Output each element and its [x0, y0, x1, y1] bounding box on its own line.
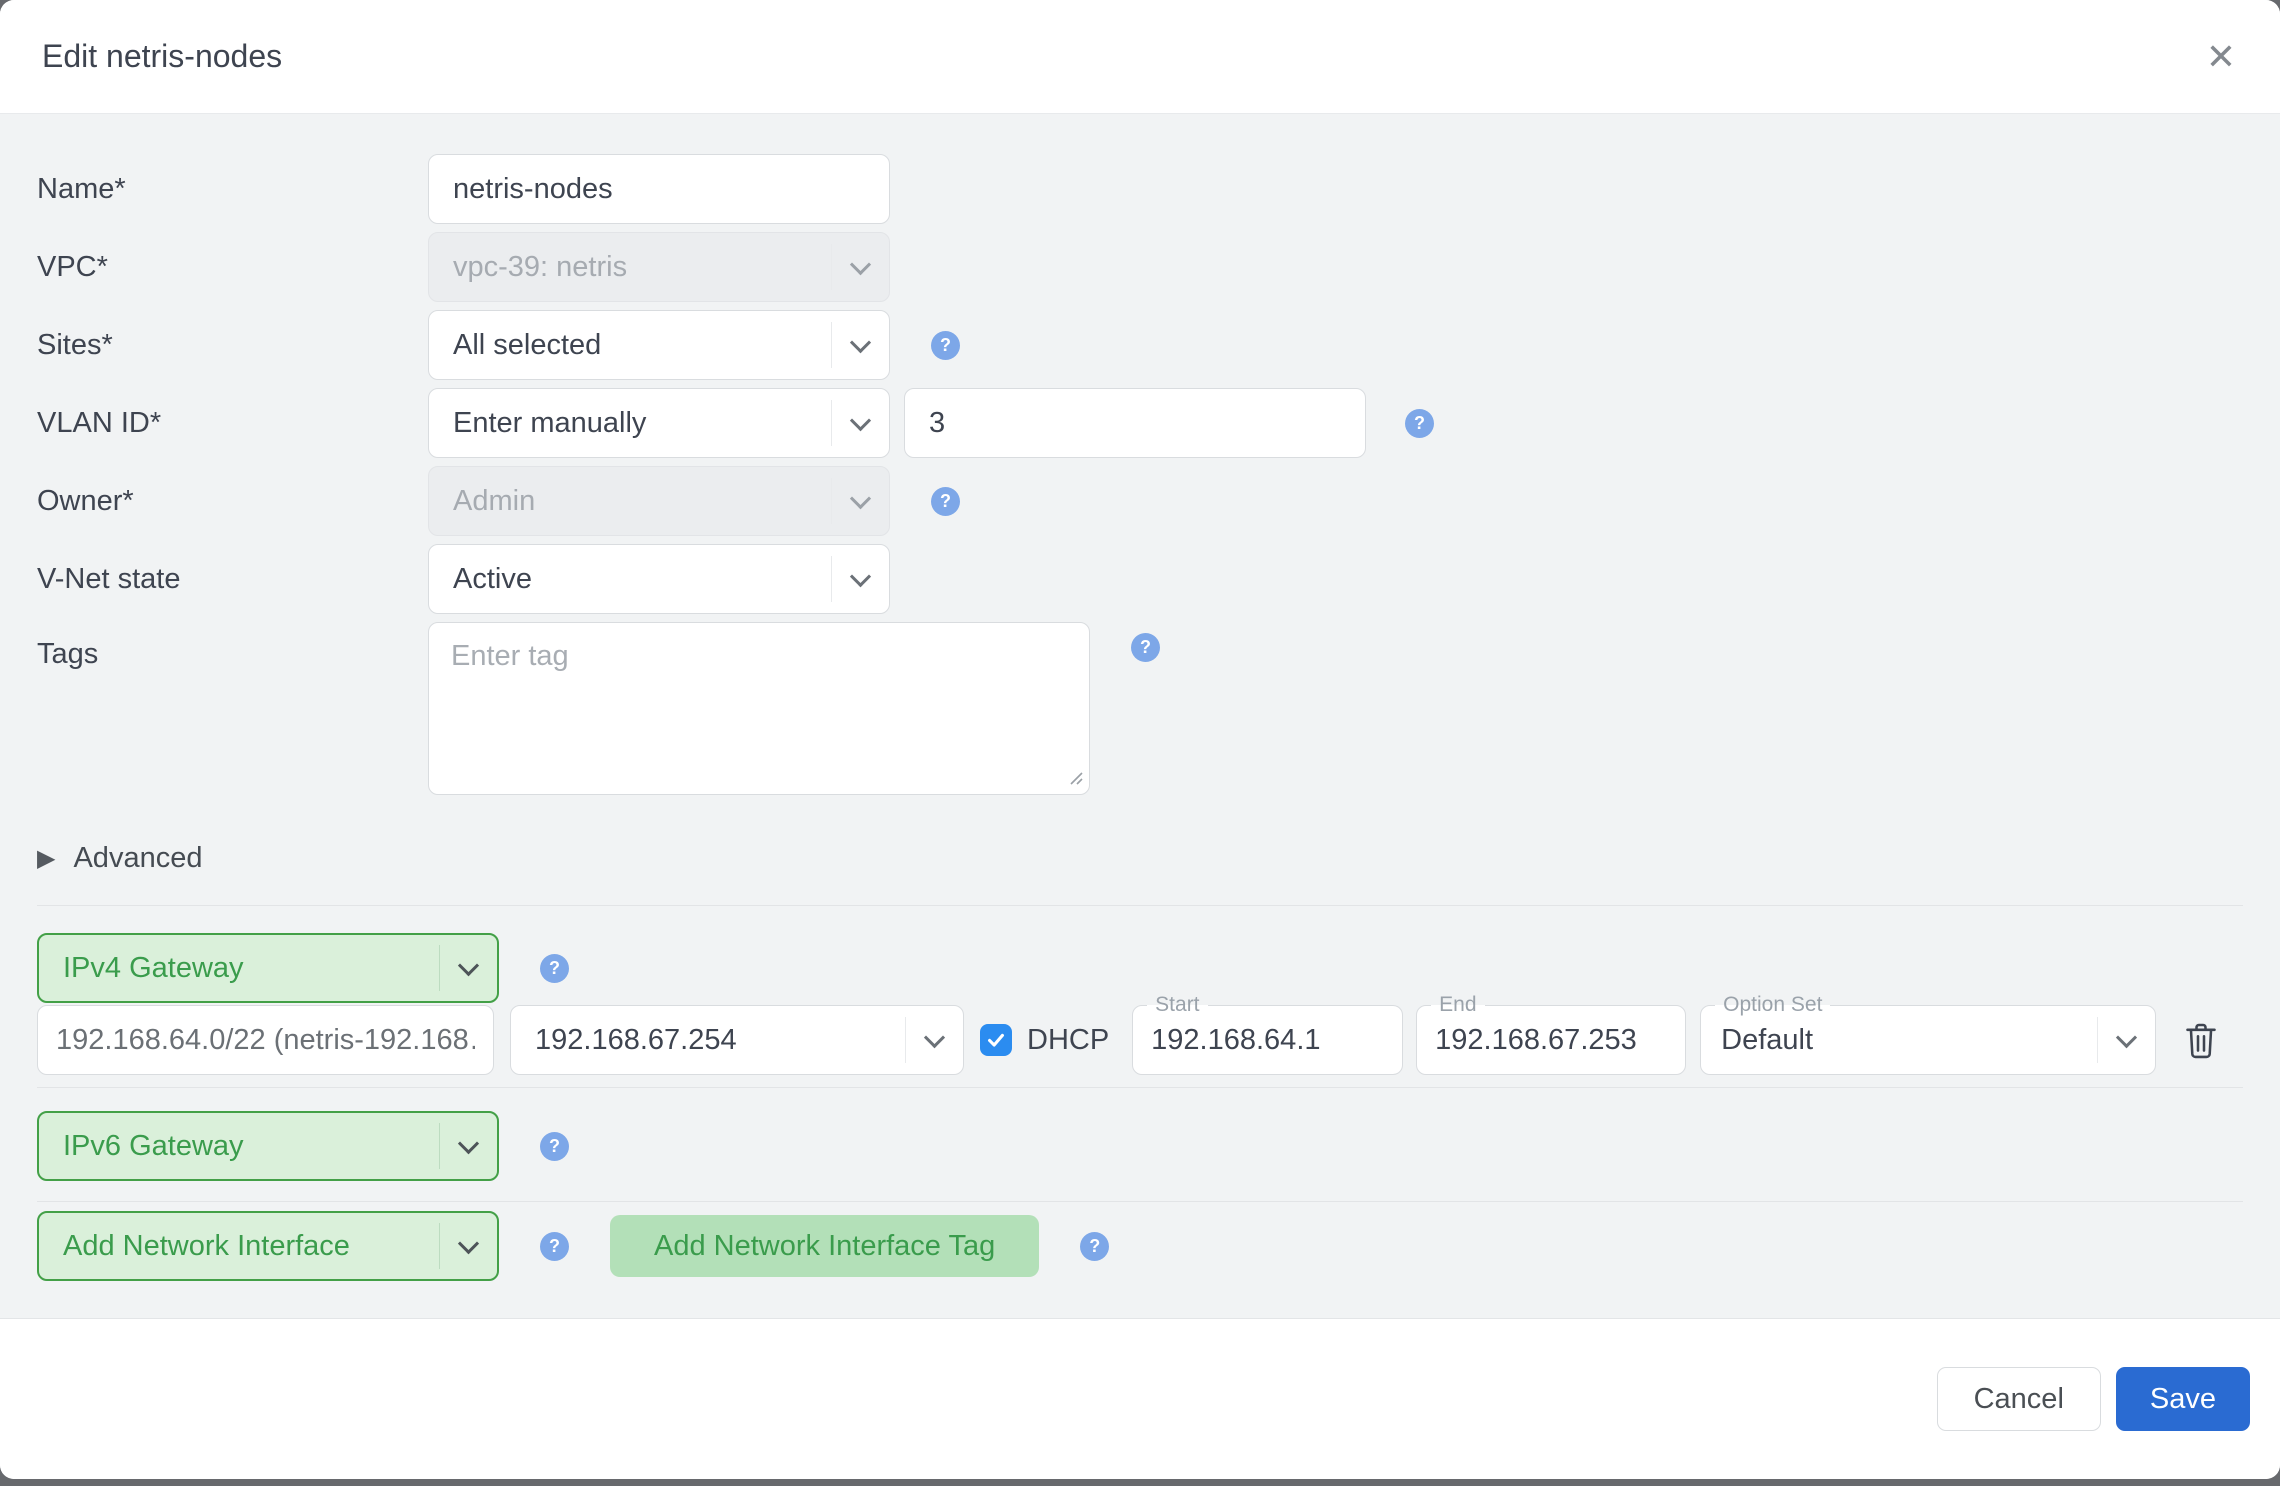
name-input[interactable] — [428, 154, 890, 224]
ipv6-gateway-select-value: IPv6 Gateway — [39, 1130, 439, 1163]
gateway-ip-select[interactable]: 192.168.67.254 — [510, 1005, 964, 1075]
caret-right-icon: ▶ — [37, 847, 55, 871]
dhcp-checkbox[interactable] — [980, 1024, 1012, 1056]
tags-row: Tags ? — [37, 622, 2243, 800]
close-icon[interactable]: ✕ — [2206, 39, 2236, 75]
add-interface-select-value: Add Network Interface — [39, 1230, 439, 1263]
add-interface-row: Add Network Interface ? Add Network Inte… — [37, 1211, 2243, 1281]
dialog-header: Edit netris-nodes ✕ — [0, 0, 2280, 113]
check-icon — [985, 1029, 1007, 1051]
ipv6-gateway-select[interactable]: IPv6 Gateway — [37, 1111, 499, 1181]
chevron-down-icon — [831, 322, 889, 368]
dhcp-start-field: Start — [1132, 1005, 1403, 1075]
chevron-down-icon — [831, 556, 889, 602]
divider — [37, 1087, 2243, 1088]
owner-select-value: Admin — [429, 485, 831, 518]
advanced-label: Advanced — [73, 842, 202, 875]
trash-icon — [2183, 1020, 2219, 1060]
sites-select[interactable]: All selected — [428, 310, 890, 380]
advanced-toggle[interactable]: ▶ Advanced — [37, 842, 2243, 875]
add-interface-select[interactable]: Add Network Interface — [37, 1211, 499, 1281]
chevron-down-icon — [2097, 1017, 2155, 1063]
dialog-body: Name* VPC* vpc-39: netris Sites* All sel… — [0, 113, 2280, 1319]
ipv4-gateway-help-icon[interactable]: ? — [540, 954, 569, 983]
chevron-down-icon — [439, 1123, 497, 1169]
chevron-down-icon — [439, 1223, 497, 1269]
vnet-state-value: Active — [429, 563, 831, 596]
subnet-input[interactable] — [37, 1005, 494, 1075]
vnet-state-row: V-Net state Active — [37, 544, 2243, 614]
option-set-label: Option Set — [1715, 993, 1830, 1017]
dhcp-label: DHCP — [1027, 1024, 1109, 1057]
dhcp-end-label: End — [1431, 993, 1484, 1017]
vlan-help-icon[interactable]: ? — [1405, 409, 1434, 438]
tags-input[interactable] — [428, 622, 1090, 795]
chevron-down-icon — [905, 1017, 963, 1063]
sites-label: Sites* — [37, 329, 428, 362]
ipv6-gateway-row: IPv6 Gateway ? — [37, 1111, 2243, 1181]
vlan-mode-value: Enter manually — [429, 407, 831, 440]
ipv4-gateway-select[interactable]: IPv4 Gateway — [37, 933, 499, 1003]
dialog-title: Edit netris-nodes — [42, 38, 282, 75]
vpc-label: VPC* — [37, 251, 428, 284]
owner-row: Owner* Admin ? — [37, 466, 2243, 536]
name-row: Name* — [37, 154, 2243, 224]
sites-help-icon[interactable]: ? — [931, 331, 960, 360]
add-interface-tag-help-icon[interactable]: ? — [1080, 1232, 1109, 1261]
owner-label: Owner* — [37, 485, 428, 518]
chevron-down-icon — [831, 400, 889, 446]
chevron-down-icon — [831, 244, 889, 290]
tags-label: Tags — [37, 622, 428, 671]
owner-select: Admin — [428, 466, 890, 536]
dialog-footer: Cancel Save — [0, 1319, 2280, 1479]
divider — [37, 1201, 2243, 1202]
save-button[interactable]: Save — [2116, 1367, 2250, 1431]
ipv4-gateway-select-value: IPv4 Gateway — [39, 952, 439, 985]
dhcp-start-label: Start — [1147, 993, 1207, 1017]
owner-help-icon[interactable]: ? — [931, 487, 960, 516]
vlan-mode-select[interactable]: Enter manually — [428, 388, 890, 458]
ipv6-gateway-help-icon[interactable]: ? — [540, 1132, 569, 1161]
vpc-select-value: vpc-39: netris — [429, 251, 831, 284]
dhcp-end-field: End — [1416, 1005, 1686, 1075]
sites-row: Sites* All selected ? — [37, 310, 2243, 380]
cancel-button[interactable]: Cancel — [1937, 1367, 2101, 1431]
vlan-label: VLAN ID* — [37, 407, 428, 440]
tags-help-icon[interactable]: ? — [1131, 633, 1160, 662]
chevron-down-icon — [831, 478, 889, 524]
dhcp-start-input[interactable] — [1133, 1024, 1402, 1057]
vpc-row: VPC* vpc-39: netris — [37, 232, 2243, 302]
resize-handle-icon[interactable] — [1067, 769, 1083, 790]
sites-select-value: All selected — [429, 329, 831, 362]
vlan-id-input[interactable] — [904, 388, 1366, 458]
gateway-ip-value: 192.168.67.254 — [511, 1024, 905, 1057]
divider — [37, 905, 2243, 906]
option-set-value: Default — [1701, 1024, 2097, 1057]
vpc-select: vpc-39: netris — [428, 232, 890, 302]
add-interface-tag-button[interactable]: Add Network Interface Tag — [610, 1215, 1039, 1277]
add-interface-help-icon[interactable]: ? — [540, 1232, 569, 1261]
name-label: Name* — [37, 173, 428, 206]
dhcp-end-input[interactable] — [1417, 1024, 1685, 1057]
chevron-down-icon — [439, 945, 497, 991]
ipv4-subnet-row: 192.168.67.254 DHCP Start End Option Set… — [37, 1005, 2243, 1075]
delete-gateway-button[interactable] — [2183, 1020, 2219, 1060]
ipv4-gateway-row: IPv4 Gateway ? — [37, 933, 2243, 1003]
vnet-state-select[interactable]: Active — [428, 544, 890, 614]
vnet-state-label: V-Net state — [37, 563, 428, 596]
vlan-row: VLAN ID* Enter manually ? — [37, 388, 2243, 458]
edit-vnet-dialog: Edit netris-nodes ✕ Name* VPC* vpc-39: n… — [0, 0, 2280, 1479]
option-set-select[interactable]: Option Set Default — [1700, 1005, 2156, 1075]
